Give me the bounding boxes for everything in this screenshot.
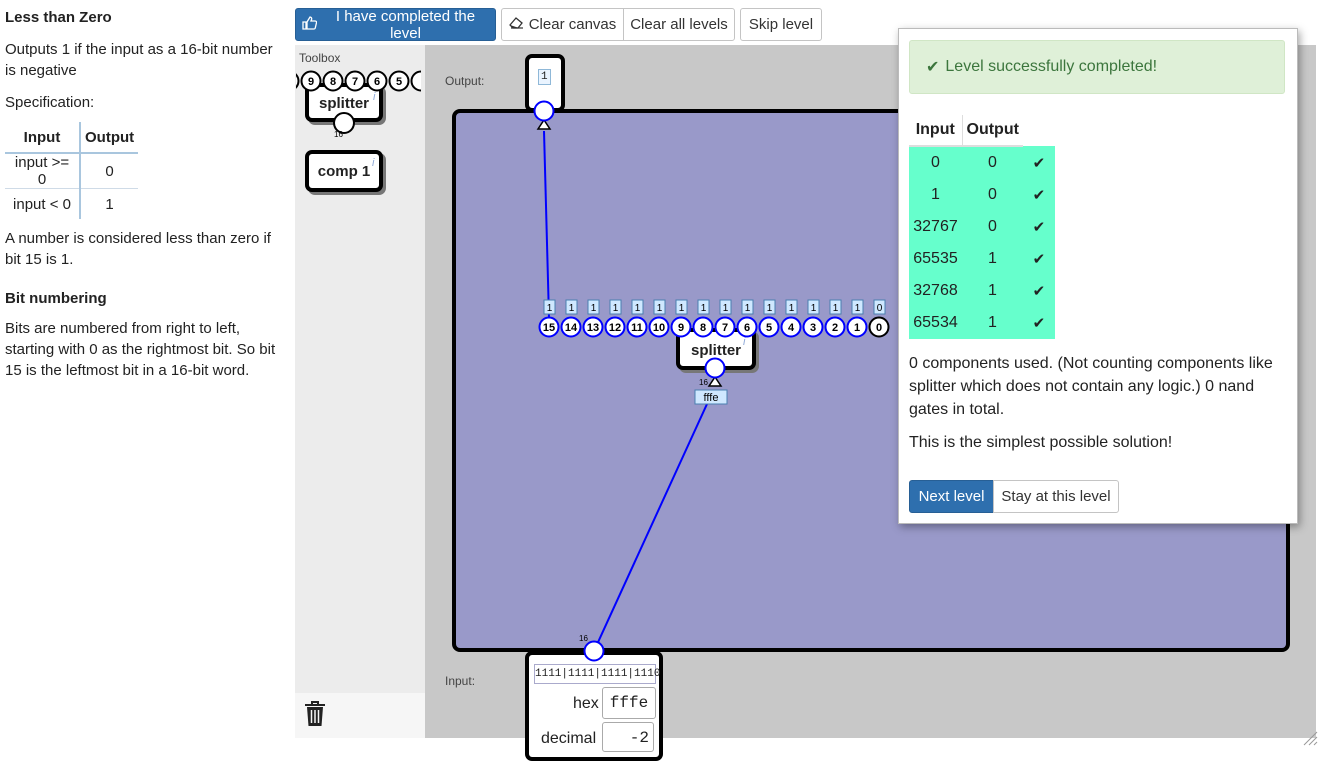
resize-grip-icon[interactable] (1302, 730, 1318, 746)
results-row: 32768 1 ✔ (909, 275, 1055, 307)
results-row: 65535 1 ✔ (909, 243, 1055, 275)
output-pin[interactable] (533, 100, 555, 122)
results-output-cell: 0 (962, 146, 1023, 179)
bit-value: 1 (591, 303, 597, 314)
bit-value: 1 (679, 303, 685, 314)
results-input-cell: 32768 (909, 275, 962, 307)
success-message: Level successfully completed! (945, 58, 1158, 75)
results-output-cell: 1 (962, 243, 1023, 275)
board-splitter-bit-label: 8 (700, 322, 706, 334)
board-splitter-input-pin[interactable] (704, 357, 726, 379)
results-status-icon: ✔ (1022, 243, 1055, 275)
results-row: 1 0 ✔ (909, 179, 1055, 211)
results-table: Input Output 0 0 ✔ 1 0 ✔ 32767 0 ✔ 65535 1 ✔ 32768 1 ✔… (909, 115, 1055, 339)
board-splitter-bit-label: 11 (631, 322, 643, 334)
bit-value: 1 (657, 303, 663, 314)
board-splitter-bit-label: 7 (722, 322, 728, 334)
board-splitter-bit-label: 4 (788, 322, 795, 334)
wire-bit15-to-output (543, 130, 550, 319)
level-complete-dialog: ✔ Level successfully completed! Input Ou… (898, 28, 1298, 524)
bit-value: 1 (811, 303, 817, 314)
board-splitter-bit-label: 5 (766, 322, 772, 334)
bit-value: 1 (833, 303, 839, 314)
board-splitter-bit-label: 9 (678, 322, 684, 334)
bit-value: 1 (745, 303, 751, 314)
simplest-text: This is the simplest possible solution! (909, 434, 1173, 451)
bit-value: 1 (635, 303, 641, 314)
checkmark-icon: ✔ (926, 59, 940, 76)
results-status-icon: ✔ (1022, 307, 1055, 339)
bit-value: 1 (767, 303, 773, 314)
results-input-cell: 0 (909, 146, 962, 179)
board-splitter-width: 16 (699, 378, 708, 387)
board-splitter-bit-label: 1 (854, 322, 860, 334)
components-text: 0 components used. (Not counting compone… (909, 355, 1273, 418)
results-status-icon: ✔ (1022, 275, 1055, 307)
bit-value: 1 (701, 303, 707, 314)
info-icon: i (743, 336, 746, 348)
board-splitter-bit-label: 12 (609, 322, 621, 334)
bit-value: 0 (877, 303, 883, 314)
results-row: 0 0 ✔ (909, 146, 1055, 179)
results-output-cell: 0 (962, 211, 1023, 243)
stay-at-level-button[interactable]: Stay at this level (993, 480, 1119, 513)
results-input-cell: 65534 (909, 307, 962, 339)
results-input-cell: 32767 (909, 211, 962, 243)
results-status-icon: ✔ (1022, 179, 1055, 211)
results-input-cell: 65535 (909, 243, 962, 275)
results-output-cell: 0 (962, 179, 1023, 211)
input-width: 16 (579, 634, 588, 643)
input-pin[interactable] (583, 640, 605, 662)
board-splitter-bit-label: 15 (543, 322, 555, 334)
wire-input-to-splitter (593, 403, 708, 652)
bit-value: 1 (569, 303, 575, 314)
bit-value: 1 (723, 303, 729, 314)
results-row: 65534 1 ✔ (909, 307, 1055, 339)
wire-value: fffe (704, 392, 719, 404)
bit-value: 1 (789, 303, 795, 314)
board-splitter-bit-label: 10 (653, 322, 665, 334)
board-splitter-bit-label: 3 (810, 322, 816, 334)
bit-value: 1 (855, 303, 861, 314)
board-splitter-bit-label: 0 (876, 322, 882, 334)
success-alert: ✔ Level successfully completed! (909, 40, 1285, 94)
results-row: 32767 0 ✔ (909, 211, 1055, 243)
bit-value: 1 (547, 303, 553, 314)
board-splitter-bit-label: 14 (565, 322, 578, 334)
results-output-cell: 1 (962, 307, 1023, 339)
board-splitter-bit-label: 2 (832, 322, 838, 334)
results-header-input: Input (909, 115, 963, 147)
results-header-output: Output (962, 115, 1023, 147)
results-status-icon: ✔ (1022, 211, 1055, 243)
next-level-button[interactable]: Next level (909, 480, 994, 513)
results-input-cell: 1 (909, 179, 962, 211)
board-splitter-bit-label: 13 (587, 322, 599, 334)
results-status-icon: ✔ (1022, 146, 1055, 179)
results-output-cell: 1 (962, 275, 1023, 307)
board-splitter-bit-label: 6 (744, 322, 750, 334)
bit-value: 1 (613, 303, 619, 314)
